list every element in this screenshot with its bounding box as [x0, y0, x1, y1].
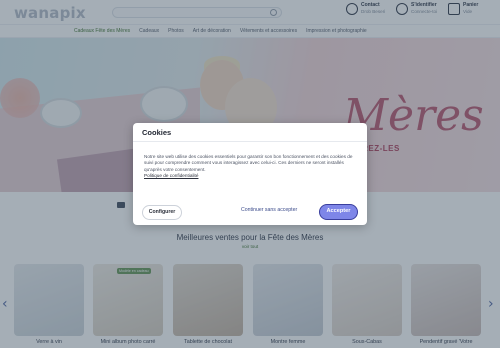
divider — [133, 141, 367, 142]
cookie-consent-dialog: Cookies Notre site web utilise des cooki… — [133, 123, 367, 225]
accept-button[interactable]: Accepter — [319, 204, 358, 220]
cookie-dialog-body: Notre site web utilise des cookies essen… — [144, 154, 353, 172]
cookie-dialog-title: Cookies — [142, 128, 172, 137]
privacy-policy-link[interactable]: Politique de confidentialité — [144, 173, 356, 179]
cookie-dialog-text: Notre site web utilise des cookies essen… — [144, 154, 356, 180]
continue-without-accepting-button[interactable]: Continuer sans accepter — [241, 207, 297, 213]
page: wanapix Contact Drob Beseri S'identifier… — [0, 0, 500, 348]
configure-button[interactable]: Configurer — [142, 205, 182, 220]
